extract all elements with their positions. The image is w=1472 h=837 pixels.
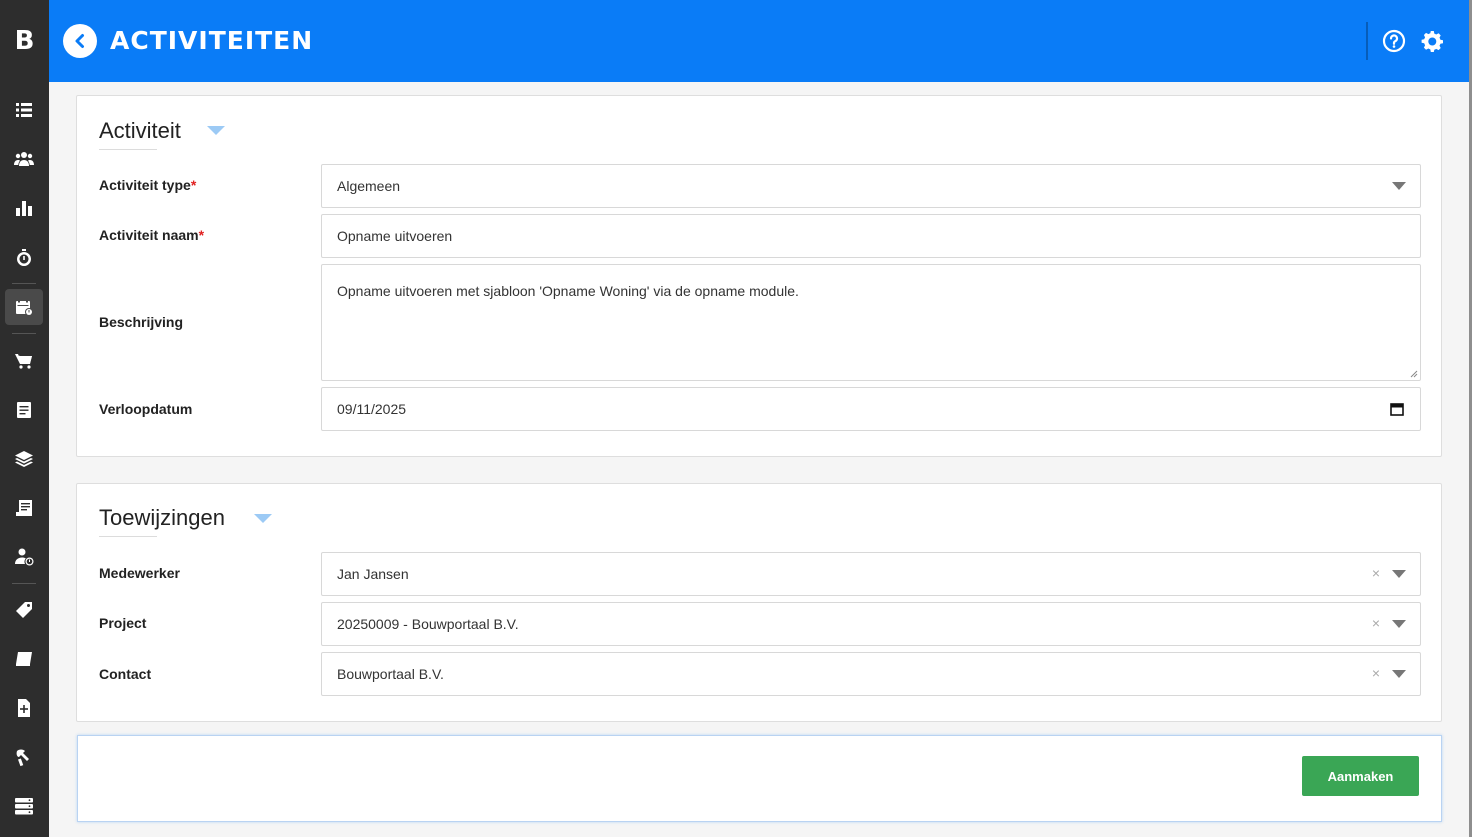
activiteit-naam-input[interactable]: Opname uitvoeren bbox=[321, 214, 1421, 258]
clear-icon[interactable]: × bbox=[1372, 565, 1380, 581]
project-label: Project bbox=[99, 615, 147, 631]
clear-icon[interactable]: × bbox=[1372, 665, 1380, 681]
tag-icon[interactable] bbox=[5, 592, 43, 628]
medewerker-label: Medewerker bbox=[99, 565, 180, 581]
resize-handle-icon[interactable] bbox=[1410, 370, 1418, 378]
user-clock-icon[interactable] bbox=[5, 539, 43, 575]
medewerker-select[interactable]: Jan Jansen × bbox=[321, 552, 1421, 596]
cash-register-icon[interactable] bbox=[5, 490, 43, 526]
toewijzingen-panel: Toewijzingen Medewerker Jan Jansen × Pro… bbox=[76, 483, 1442, 722]
bar-chart-icon[interactable] bbox=[5, 190, 43, 226]
beschrijving-label: Beschrijving bbox=[99, 314, 184, 330]
contact-select[interactable]: Bouwportaal B.V. × bbox=[321, 652, 1421, 696]
stopwatch-icon[interactable] bbox=[5, 240, 43, 276]
verloopdatum-label: Verloopdatum bbox=[99, 401, 193, 417]
activiteit-naam-label: Activiteit naam* bbox=[99, 227, 205, 243]
contact-label: Contact bbox=[99, 666, 152, 682]
back-button[interactable] bbox=[63, 24, 97, 58]
users-icon[interactable] bbox=[5, 141, 43, 177]
tools-icon[interactable] bbox=[5, 739, 43, 775]
action-bar: Aanmaken bbox=[77, 735, 1442, 822]
chevron-down-icon bbox=[1392, 620, 1406, 628]
app-logo[interactable]: B bbox=[0, 0, 49, 82]
toewijzingen-heading: Toewijzingen bbox=[99, 505, 225, 530]
activiteit-type-select[interactable]: Algemeen bbox=[321, 164, 1421, 208]
gear-icon[interactable] bbox=[1420, 29, 1444, 53]
top-divider bbox=[1366, 22, 1368, 60]
clear-icon[interactable]: × bbox=[1372, 615, 1380, 631]
top-bar: ACTIVITEITEN bbox=[49, 0, 1469, 82]
project-select[interactable]: 20250009 - Bouwportaal B.V. × bbox=[321, 602, 1421, 646]
toewijzingen-collapse-caret[interactable] bbox=[254, 514, 272, 523]
activiteit-type-label: Activiteit type* bbox=[99, 177, 197, 193]
beschrijving-textarea[interactable]: Opname uitvoeren met sjabloon 'Opname Wo… bbox=[321, 264, 1421, 381]
calendar-icon[interactable] bbox=[1390, 402, 1404, 416]
activiteit-panel: Activiteit Activiteit type* Algemeen Act… bbox=[76, 95, 1442, 457]
chevron-down-icon bbox=[1392, 670, 1406, 678]
verloopdatum-input[interactable]: 09/11/2025 bbox=[321, 387, 1421, 431]
layers-icon[interactable] bbox=[5, 441, 43, 477]
book-icon[interactable] bbox=[5, 641, 43, 677]
calendar-clock-icon[interactable] bbox=[5, 289, 43, 325]
list-icon[interactable] bbox=[5, 92, 43, 128]
activiteit-collapse-caret[interactable] bbox=[207, 126, 225, 135]
create-button[interactable]: Aanmaken bbox=[1302, 756, 1419, 796]
server-icon[interactable] bbox=[5, 788, 43, 824]
file-plus-icon[interactable] bbox=[5, 690, 43, 726]
chevron-down-icon bbox=[1392, 182, 1406, 190]
chevron-down-icon bbox=[1392, 570, 1406, 578]
chevron-left-icon bbox=[75, 34, 84, 48]
page-title: ACTIVITEITEN bbox=[110, 26, 314, 55]
sidebar: B bbox=[0, 0, 49, 837]
document-icon[interactable] bbox=[5, 392, 43, 428]
activiteit-heading: Activiteit bbox=[99, 118, 181, 143]
help-icon[interactable] bbox=[1382, 29, 1406, 53]
cart-icon[interactable] bbox=[5, 343, 43, 379]
